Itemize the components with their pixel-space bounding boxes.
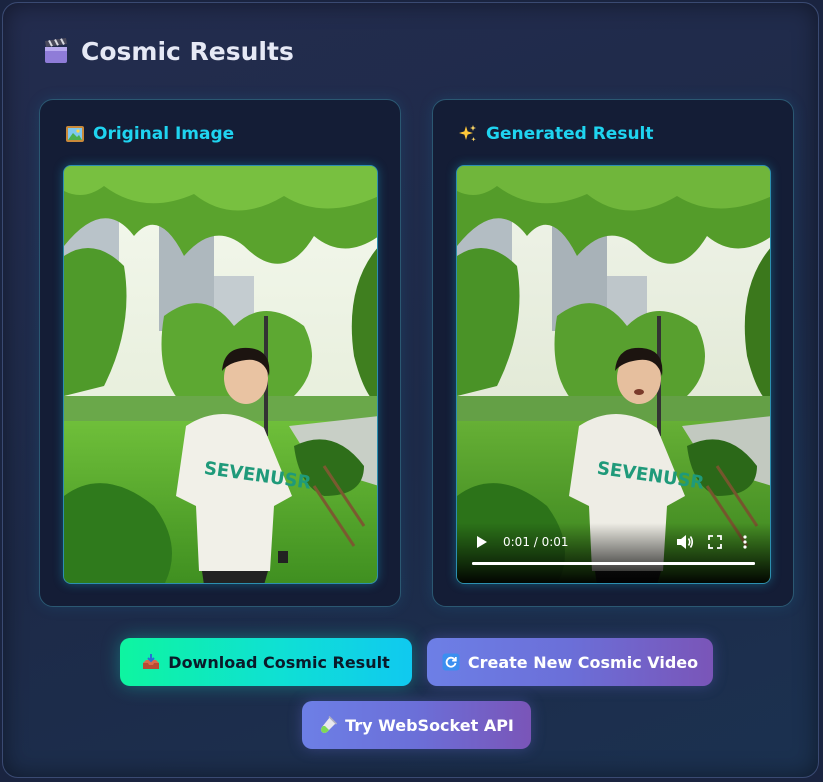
results-panel: Cosmic Results Original Image SEVENUSR G… xyxy=(2,2,819,778)
video-progress-bar[interactable] xyxy=(472,562,755,565)
sparkles-icon xyxy=(458,124,478,144)
try-websocket-api-label: Try WebSocket API xyxy=(345,715,514,735)
clapperboard-icon xyxy=(43,37,69,65)
more-options-icon[interactable] xyxy=(736,533,754,551)
video-controls: 0:01 / 0:01 xyxy=(457,523,770,583)
refresh-icon xyxy=(442,653,460,671)
volume-icon[interactable] xyxy=(676,533,694,551)
generated-video-player[interactable]: SEVENUSR 0:01 / 0:01 xyxy=(456,165,771,584)
original-image-card: Original Image SEVENUSR xyxy=(39,99,401,607)
generated-result-heading: Generated Result xyxy=(458,123,654,145)
original-image-heading: Original Image xyxy=(65,123,234,145)
generated-result-heading-text: Generated Result xyxy=(486,124,654,144)
try-websocket-api-button[interactable]: Try WebSocket API xyxy=(302,701,531,749)
original-image-heading-text: Original Image xyxy=(93,124,235,144)
page-title: Cosmic Results xyxy=(43,33,294,69)
download-result-label: Download Cosmic Result xyxy=(168,652,390,672)
create-new-video-label: Create New Cosmic Video xyxy=(467,652,699,672)
original-image: SEVENUSR xyxy=(63,165,378,584)
test-tube-icon xyxy=(319,715,338,734)
play-icon[interactable] xyxy=(473,533,491,551)
page-title-text: Cosmic Results xyxy=(81,36,294,66)
inbox-tray-icon xyxy=(142,653,160,671)
video-controls-row: 0:01 / 0:01 xyxy=(457,529,770,555)
video-progress-fill xyxy=(472,562,755,565)
generated-result-card: Generated Result SEVENUSR 0:01 / 0:01 xyxy=(432,99,794,607)
video-time: 0:01 / 0:01 xyxy=(503,535,569,549)
download-result-button[interactable]: Download Cosmic Result xyxy=(120,638,412,686)
framed-picture-icon xyxy=(65,124,85,144)
create-new-video-button[interactable]: Create New Cosmic Video xyxy=(427,638,713,686)
fullscreen-icon[interactable] xyxy=(706,533,724,551)
